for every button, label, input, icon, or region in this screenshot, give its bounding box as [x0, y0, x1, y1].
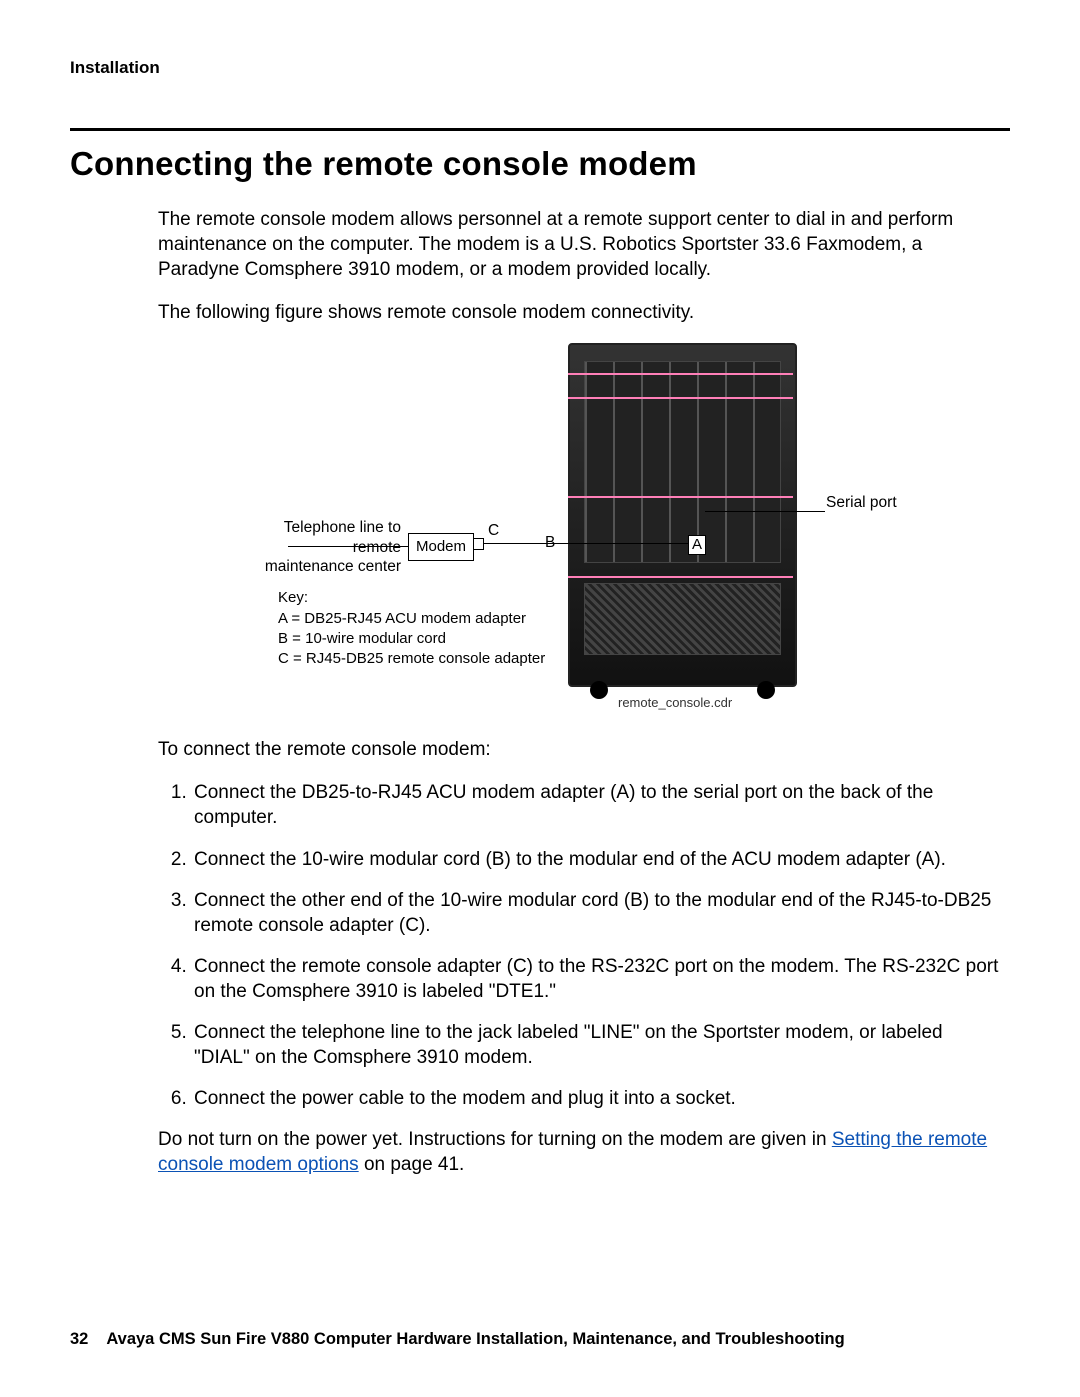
figure-filename: remote_console.cdr: [618, 695, 732, 710]
step-item: Connect the remote console adapter (C) t…: [192, 954, 1000, 1004]
highlight-line: [568, 576, 793, 578]
modem-box: Modem: [408, 533, 474, 561]
key-title: Key:: [278, 588, 545, 608]
cord-line: [474, 543, 688, 544]
key-b: B = 10-wire modular cord: [278, 629, 545, 649]
step-item: Connect the telephone line to the jack l…: [192, 1020, 1000, 1070]
highlight-line: [568, 373, 793, 375]
key-a: A = DB25-RJ45 ACU modem adapter: [278, 609, 545, 629]
key-c: C = RJ45-DB25 remote console adapter: [278, 649, 545, 669]
page-title: Connecting the remote console modem: [70, 145, 1010, 183]
page-number: 32: [70, 1330, 88, 1349]
step-item: Connect the 10-wire modular cord (B) to …: [192, 847, 1000, 872]
body: The remote console modem allows personne…: [158, 207, 1000, 1177]
closing-text: Do not turn on the power yet. Instructio…: [158, 1129, 832, 1150]
telephone-line: [288, 546, 408, 547]
callout-line: [705, 511, 825, 512]
steps-list: Connect the DB25-to-RJ45 ACU modem adapt…: [158, 780, 1000, 1111]
caster-icon: [757, 681, 775, 699]
closing-paragraph: Do not turn on the power yet. Instructio…: [158, 1127, 1000, 1177]
point-c: C: [488, 521, 499, 540]
closing-text-post: on page 41.: [359, 1154, 465, 1175]
intro-paragraph-2: The following figure shows remote consol…: [158, 300, 1000, 325]
page: Installation Connecting the remote conso…: [0, 0, 1080, 1397]
running-header: Installation: [70, 58, 1010, 78]
step-item: Connect the DB25-to-RJ45 ACU modem adapt…: [192, 780, 1000, 830]
server-rack-image: [568, 343, 797, 687]
caster-icon: [590, 681, 608, 699]
figure-remote-console: Serial port A B C Modem Telephone line t…: [158, 343, 1000, 713]
footer-doc-title: Avaya CMS Sun Fire V880 Computer Hardwar…: [106, 1330, 844, 1348]
page-footer: 32 Avaya CMS Sun Fire V880 Computer Hard…: [70, 1330, 1010, 1349]
title-rule: [70, 128, 1010, 131]
highlight-line: [568, 397, 793, 399]
label-telephone-line: Telephone line to remote maintenance cen…: [261, 518, 401, 576]
steps-lead-in: To connect the remote console modem:: [158, 737, 1000, 762]
figure-key: Key: A = DB25-RJ45 ACU modem adapter B =…: [278, 588, 545, 669]
highlight-line: [568, 496, 793, 498]
step-item: Connect the other end of the 10-wire mod…: [192, 888, 1000, 938]
intro-paragraph-1: The remote console modem allows personne…: [158, 207, 1000, 282]
label-serial-port: Serial port: [826, 493, 897, 512]
point-a: A: [688, 535, 706, 555]
step-item: Connect the power cable to the modem and…: [192, 1086, 1000, 1111]
